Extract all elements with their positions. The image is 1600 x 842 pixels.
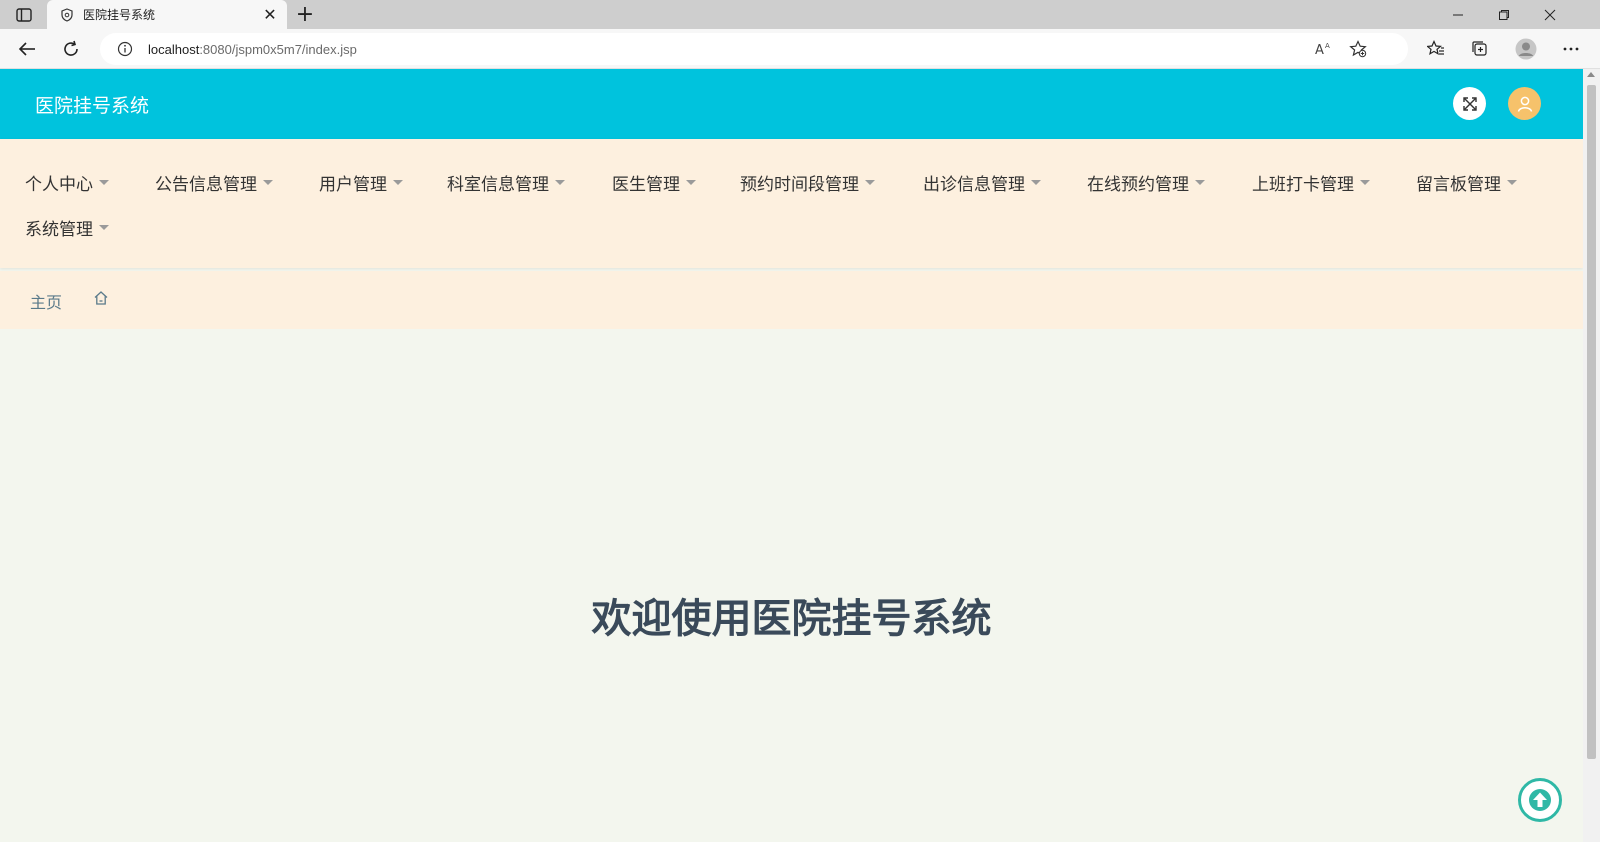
caret-down-icon — [263, 180, 273, 185]
favorites-icon[interactable] — [1421, 35, 1451, 63]
more-options-icon[interactable] — [1556, 35, 1586, 63]
nav-label: 用户管理 — [319, 175, 387, 195]
svg-text:A: A — [1325, 42, 1330, 50]
nav-label: 个人中心 — [25, 175, 93, 195]
profile-avatar[interactable] — [1511, 35, 1541, 63]
caret-down-icon — [1360, 180, 1370, 185]
arrow-up-circle-icon — [1527, 787, 1553, 813]
caret-down-icon — [1195, 180, 1205, 185]
tab-title: 医院挂号系统 — [83, 8, 156, 22]
site-info-icon[interactable] — [116, 40, 134, 58]
minimize-button[interactable] — [1435, 0, 1481, 29]
page-viewport: 医院挂号系统 个人中心 公告信息管理 用户管理 科室信息管理 医生管理 预约时间… — [0, 69, 1583, 842]
nav-label: 留言板管理 — [1416, 175, 1501, 195]
scrollbar-thumb[interactable] — [1587, 85, 1596, 759]
nav-label: 上班打卡管理 — [1252, 175, 1354, 195]
main-nav: 个人中心 公告信息管理 用户管理 科室信息管理 医生管理 预约时间段管理 出诊信… — [0, 139, 1583, 268]
url-path: :8080/jspm0x5m7/index.jsp — [199, 41, 357, 57]
nav-label: 科室信息管理 — [447, 175, 549, 195]
page-scrollbar[interactable] — [1583, 69, 1600, 842]
breadcrumb-home-link[interactable]: 主页 — [30, 289, 62, 313]
nav-system-management[interactable]: 系统管理 — [25, 215, 109, 240]
user-menu-button[interactable] — [1508, 87, 1541, 120]
svg-text:A: A — [1315, 43, 1324, 57]
nav-online-booking-management[interactable]: 在线预约管理 — [1087, 170, 1205, 195]
url-host: localhost — [148, 41, 200, 57]
nav-label: 医生管理 — [612, 175, 680, 195]
nav-label: 预约时间段管理 — [740, 175, 859, 195]
nav-personal-center[interactable]: 个人中心 — [25, 170, 109, 195]
nav-label: 在线预约管理 — [1087, 175, 1189, 195]
nav-doctor-management[interactable]: 医生管理 — [612, 170, 696, 195]
caret-down-icon — [686, 180, 696, 185]
close-tab-icon[interactable]: ✕ — [259, 4, 281, 26]
breadcrumb: 主页 — [0, 271, 1583, 329]
nav-timeslot-management[interactable]: 预约时间段管理 — [740, 170, 875, 195]
nav-department-management[interactable]: 科室信息管理 — [447, 170, 565, 195]
site-header: 医院挂号系统 — [0, 69, 1583, 139]
nav-user-management[interactable]: 用户管理 — [319, 170, 403, 195]
user-icon — [1516, 95, 1534, 113]
nav-label: 出诊信息管理 — [923, 175, 1025, 195]
caret-down-icon — [393, 180, 403, 185]
caret-down-icon — [99, 180, 109, 185]
restore-button[interactable] — [1481, 0, 1527, 29]
back-to-top-button[interactable] — [1518, 778, 1562, 822]
fullscreen-button[interactable] — [1453, 87, 1486, 120]
scroll-up-arrow-icon[interactable] — [1587, 72, 1595, 77]
browser-tab[interactable]: 医院挂号系统 ✕ — [47, 0, 287, 29]
back-arrow-icon[interactable] — [12, 35, 42, 63]
nav-clinic-schedule-management[interactable]: 出诊信息管理 — [923, 170, 1041, 195]
read-aloud-icon[interactable]: AA — [1312, 38, 1334, 60]
new-tab-button[interactable]: + — [293, 3, 317, 27]
nav-notice-management[interactable]: 公告信息管理 — [155, 170, 273, 195]
expand-icon — [1461, 95, 1479, 113]
caret-down-icon — [865, 180, 875, 185]
nav-label: 系统管理 — [25, 220, 93, 240]
welcome-heading: 欢迎使用医院挂号系统 — [591, 596, 992, 642]
nav-message-board-management[interactable]: 留言板管理 — [1416, 170, 1517, 195]
site-brand: 医院挂号系统 — [35, 95, 150, 117]
tab-actions-icon[interactable] — [10, 5, 38, 25]
nav-label: 公告信息管理 — [155, 175, 257, 195]
refresh-icon[interactable] — [56, 35, 86, 63]
address-bar[interactable]: localhost:8080/jspm0x5m7/index.jsp AA — [100, 33, 1408, 65]
home-icon[interactable] — [92, 289, 110, 307]
browser-toolbar: localhost:8080/jspm0x5m7/index.jsp AA — [0, 29, 1600, 69]
collections-icon[interactable] — [1465, 35, 1495, 63]
caret-down-icon — [555, 180, 565, 185]
caret-down-icon — [99, 225, 109, 230]
nav-attendance-management[interactable]: 上班打卡管理 — [1252, 170, 1370, 195]
caret-down-icon — [1507, 180, 1517, 185]
browser-tab-strip: 医院挂号系统 ✕ + — [0, 0, 1600, 29]
caret-down-icon — [1031, 180, 1041, 185]
shield-icon — [59, 7, 75, 23]
close-window-button[interactable] — [1527, 0, 1573, 29]
add-favorite-icon[interactable] — [1347, 38, 1369, 60]
url-text: localhost:8080/jspm0x5m7/index.jsp — [148, 42, 357, 57]
